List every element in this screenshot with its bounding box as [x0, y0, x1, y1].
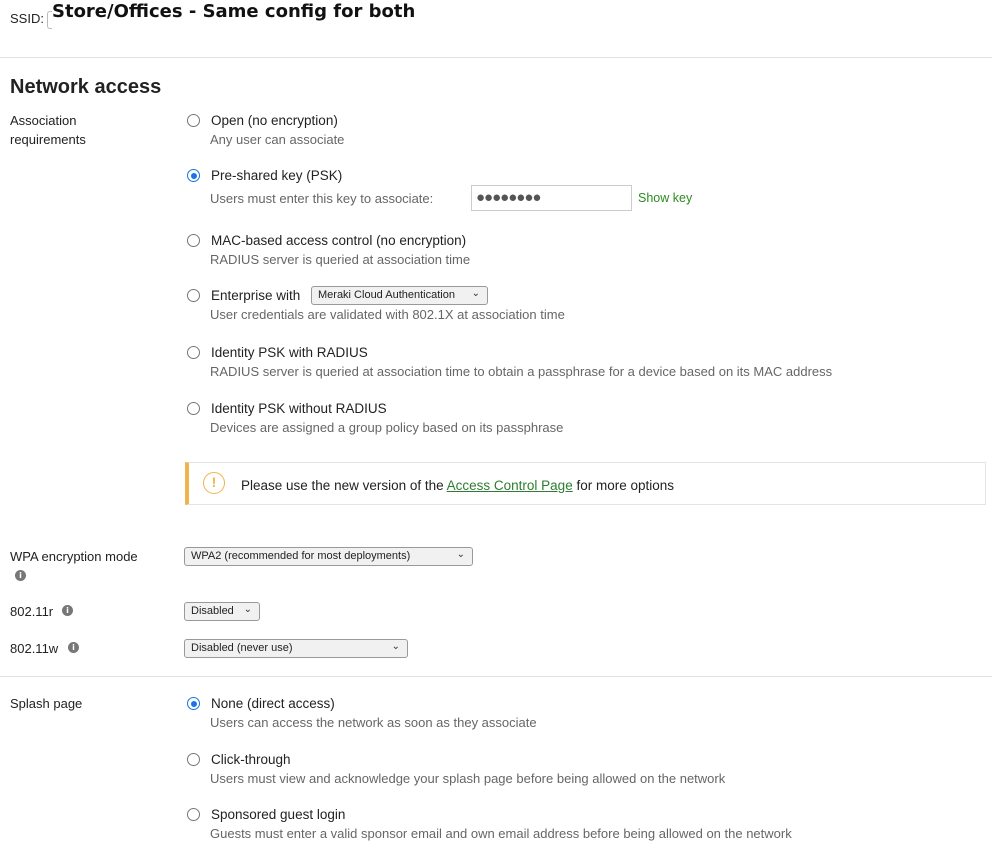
splash-sponsored-desc: Guests must enter a valid sponsor email …: [210, 826, 792, 841]
option-psk-title: Pre-shared key (PSK): [211, 168, 343, 183]
option-ipsk-radius-desc: RADIUS server is queried at association …: [210, 364, 833, 379]
divider: [0, 57, 992, 58]
warning-icon: !: [203, 472, 225, 494]
notice-text: Please use the new version of the Access…: [241, 478, 674, 493]
info-icon[interactable]: i: [68, 642, 79, 653]
radio-ipsk-radius[interactable]: [187, 346, 200, 359]
radio-ipsk-no-radius[interactable]: [187, 402, 200, 415]
radio-splash-none[interactable]: [187, 697, 200, 710]
splash-click-through-desc: Users must view and acknowledge your spl…: [210, 771, 726, 786]
80211r-label: 802.11r: [10, 604, 54, 619]
option-mac-desc: RADIUS server is queried at association …: [210, 252, 471, 267]
enterprise-auth-select[interactable]: Meraki Cloud Authentication ⌄: [311, 286, 488, 305]
radio-splash-click-through[interactable]: [187, 753, 200, 766]
option-open-desc: Any user can associate: [210, 132, 345, 147]
splash-none-title: None (direct access): [211, 696, 335, 711]
radio-mac[interactable]: [187, 234, 200, 247]
radio-splash-sponsored[interactable]: [187, 808, 200, 821]
show-key-link[interactable]: Show key: [638, 191, 692, 205]
option-ipsk-no-radius-title: Identity PSK without RADIUS: [211, 401, 387, 416]
80211r-select[interactable]: Disabled ⌄: [184, 602, 260, 621]
wpa-encryption-select[interactable]: WPA2 (recommended for most deployments) …: [184, 547, 473, 566]
option-enterprise-desc: User credentials are validated with 802.…: [210, 307, 565, 322]
splash-none-desc: Users can access the network as soon as …: [210, 715, 537, 730]
association-requirements-label: Association requirements: [10, 113, 86, 147]
info-icon[interactable]: i: [62, 605, 73, 616]
psk-key-input[interactable]: ●●●●●●●●: [471, 185, 632, 211]
chevron-down-icon: ⌄: [243, 604, 252, 615]
80211w-select[interactable]: Disabled (never use) ⌄: [184, 639, 408, 658]
radio-enterprise[interactable]: [187, 289, 200, 302]
radio-open[interactable]: [187, 114, 200, 127]
splash-sponsored-title: Sponsored guest login: [211, 807, 346, 822]
ssid-label: SSID:: [10, 11, 44, 26]
option-mac-title: MAC-based access control (no encryption): [211, 233, 467, 248]
option-open-title: Open (no encryption): [211, 113, 338, 128]
option-psk-desc: Users must enter this key to associate:: [210, 191, 434, 206]
splash-click-through-title: Click-through: [211, 752, 291, 767]
option-ipsk-radius-title: Identity PSK with RADIUS: [211, 345, 368, 360]
option-ipsk-no-radius-desc: Devices are assigned a group policy base…: [210, 420, 564, 435]
chevron-down-icon: ⌄: [456, 549, 465, 560]
radio-psk[interactable]: [187, 169, 200, 182]
network-access-title: Network access: [10, 76, 162, 98]
80211w-label: 802.11w: [10, 641, 59, 656]
ssid-overlay-title: Store/Offices - Same config for both: [52, 1, 416, 22]
access-control-notice: ! Please use the new version of the Acce…: [185, 462, 986, 505]
info-icon[interactable]: i: [15, 570, 26, 581]
divider: [0, 676, 992, 677]
chevron-down-icon: ⌄: [471, 288, 480, 299]
option-enterprise-title: Enterprise with: [211, 288, 301, 303]
splash-page-label: Splash page: [10, 696, 83, 711]
wpa-label: WPA encryption mode: [10, 549, 138, 564]
chevron-down-icon: ⌄: [391, 641, 400, 652]
access-control-page-link[interactable]: Access Control Page: [447, 478, 573, 493]
